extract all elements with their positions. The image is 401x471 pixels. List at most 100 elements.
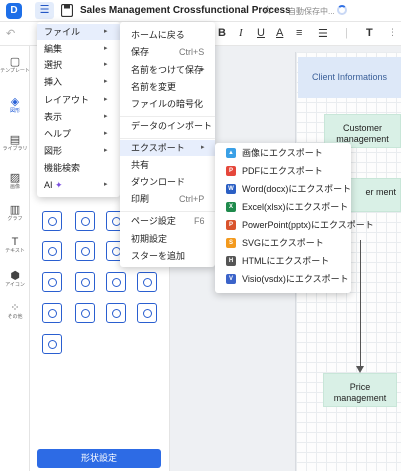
menu-item-save-as[interactable]: 名前をつけて保存 ▸ <box>120 62 215 78</box>
menu-item-export-html[interactable]: H HTMLにエクスポート <box>215 253 351 269</box>
menu-item-insert[interactable]: 挿入 ▸ <box>37 74 120 90</box>
menu-item-edit[interactable]: 編集 ▸ <box>37 41 120 57</box>
rail-item-chart[interactable]: ▥ グラフ <box>0 204 30 223</box>
text-tool-icon[interactable]: T <box>366 27 373 39</box>
rail-item-icons[interactable]: ⬢ アイコン <box>0 270 30 289</box>
chevron-right-icon: ▸ <box>104 181 108 188</box>
process-node[interactable]: Price management <box>323 373 397 407</box>
menu-item-download[interactable]: ダウンロード <box>120 174 215 190</box>
rail-item-shapes[interactable]: ◈ 図形 <box>0 96 30 115</box>
shape-item[interactable] <box>106 303 126 323</box>
shape-item[interactable] <box>42 334 62 354</box>
underline-icon[interactable]: U <box>257 27 265 39</box>
menu-item-view[interactable]: 表示 ▸ <box>37 109 120 125</box>
image-icon: ▨ <box>9 172 21 184</box>
menu-item-export-svg[interactable]: S SVGにエクスポート <box>215 235 351 251</box>
excel-file-icon: X <box>226 202 236 212</box>
menu-item-preferences[interactable]: 初期設定 <box>120 231 215 247</box>
menu-label: ファイル <box>44 27 81 37</box>
rail-label: アイコン <box>5 282 25 288</box>
shape-item[interactable] <box>75 241 95 261</box>
menu-item-ai[interactable]: AI ✦ ▸ <box>37 177 120 193</box>
pdf-file-icon: P <box>226 166 236 176</box>
italic-icon[interactable]: I <box>239 27 243 39</box>
menu-item-help[interactable]: ヘルプ ▸ <box>37 126 120 142</box>
app-logo[interactable]: D <box>6 3 22 19</box>
menu-label: PowerPoint(pptx)にエクスポート <box>242 220 374 230</box>
menu-item-export-powerpoint[interactable]: P PowerPoint(pptx)にエクスポート <box>215 217 374 233</box>
menu-item-home[interactable]: ホームに戻る <box>120 27 215 43</box>
align-icon[interactable]: ≡ <box>296 27 302 39</box>
undo-icon[interactable]: ↶ <box>6 27 15 40</box>
menu-item-share[interactable]: 共有 <box>120 157 215 173</box>
rail-item-image[interactable]: ▨ 画像 <box>0 172 30 191</box>
menu-item-shape[interactable]: 図形 ▸ <box>37 143 120 159</box>
rail-label: テンプレート <box>0 68 30 74</box>
shape-item[interactable] <box>42 241 62 261</box>
more-tools-icon[interactable]: ⋮ <box>388 27 397 38</box>
menu-label: 初期設定 <box>131 234 168 244</box>
menu-label: 挿入 <box>44 77 63 87</box>
shape-settings-button[interactable]: 形状設定 <box>37 449 161 468</box>
chart-icon: ▥ <box>9 204 21 216</box>
menu-item-export-visio[interactable]: V Visio(vsdx)にエクスポート <box>215 271 351 287</box>
shape-item[interactable] <box>42 272 62 292</box>
text-icon: T <box>11 236 19 248</box>
menu-label: ダウンロード <box>131 177 186 187</box>
shapes-icon: ◈ <box>10 96 20 108</box>
menu-label: AI <box>44 180 53 190</box>
chevron-right-icon: ▸ <box>104 113 108 120</box>
menu-label: 画像にエクスポート <box>242 148 323 158</box>
menu-item-export-image[interactable]: ▲ 画像にエクスポート <box>215 145 351 161</box>
menu-label: ファイルの暗号化 <box>131 99 204 109</box>
menu-item-import[interactable]: データのインポート <box>120 118 215 134</box>
document-icon <box>61 4 73 17</box>
chevron-right-icon: ▸ <box>104 78 108 85</box>
shortcut-label: Ctrl+P <box>179 194 205 204</box>
menu-item-layout[interactable]: レイアウト ▸ <box>37 92 120 108</box>
connector-line[interactable] <box>360 240 361 368</box>
shape-item[interactable] <box>137 272 157 292</box>
menu-item-page-setup[interactable]: ページ設定 F6 <box>120 213 215 229</box>
rail-item-more[interactable]: ⁘ その他 <box>0 302 30 321</box>
library-icon: ▤ <box>9 134 21 146</box>
menu-item-export-word[interactable]: W Word(docx)にエクスポート <box>215 181 351 197</box>
menu-item-print[interactable]: 印刷 Ctrl+P <box>120 191 215 207</box>
menu-label: エクスポート <box>131 143 185 153</box>
sparkle-icon: ✦ <box>55 180 63 190</box>
rail-item-library[interactable]: ▤ ライブラリ <box>0 134 30 153</box>
menu-item-file[interactable]: ファイル ▸ <box>37 24 120 40</box>
hamburger-icon[interactable]: ☰ <box>35 2 54 19</box>
export-menu: ▲ 画像にエクスポート P PDFにエクスポート W Word(docx)にエク… <box>215 143 374 293</box>
menu-label: 機能検索 <box>44 163 81 173</box>
rail-item-template[interactable]: ▢ テンプレート <box>0 56 30 75</box>
shape-item[interactable] <box>106 272 126 292</box>
menu-item-encrypt[interactable]: ファイルの暗号化 <box>120 96 215 112</box>
list-icon[interactable]: ☰ <box>318 27 328 40</box>
swimlane-header[interactable]: Client Informations <box>298 57 401 98</box>
shape-item[interactable] <box>75 303 95 323</box>
menu-item-feature-search[interactable]: 機能検索 <box>37 160 120 176</box>
font-color-icon[interactable]: A <box>276 27 283 39</box>
menu-item-rename[interactable]: 名前を変更 <box>120 79 215 95</box>
menu-item-save[interactable]: 保存 Ctrl+S <box>120 44 215 60</box>
menu-item-export[interactable]: エクスポート ▸ <box>120 140 215 156</box>
shape-item[interactable] <box>42 211 62 231</box>
shape-item[interactable] <box>75 272 95 292</box>
bold-icon[interactable]: B <box>218 27 226 39</box>
menu-item-select[interactable]: 選択 ▸ <box>37 57 120 73</box>
menu-item-export-excel[interactable]: X Excel(xlsx)にエクスポート <box>215 199 351 215</box>
rail-item-text[interactable]: T テキスト <box>0 236 30 255</box>
shape-item[interactable] <box>137 303 157 323</box>
star-icon[interactable]: ☆ <box>262 3 273 17</box>
menu-label: 名前をつけて保存 <box>131 65 204 75</box>
menu-item-export-pdf[interactable]: P PDFにエクスポート <box>215 163 351 179</box>
shape-item[interactable] <box>75 211 95 231</box>
document-title[interactable]: Sales Management Crossfunctional Process <box>80 5 291 16</box>
shape-item[interactable] <box>42 303 62 323</box>
menu-label: ページ設定 <box>131 216 176 226</box>
menu-item-add-star[interactable]: スターを追加 <box>120 248 215 264</box>
template-icon: ▢ <box>9 56 21 68</box>
menu-label: ホームに戻る <box>131 30 185 40</box>
more-icon: ⁘ <box>10 302 20 314</box>
